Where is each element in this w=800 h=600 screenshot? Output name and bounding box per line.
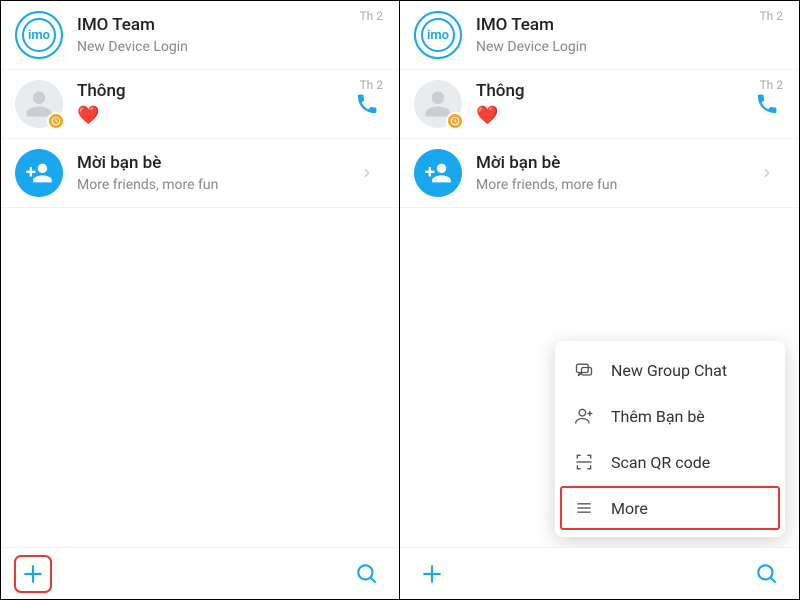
add-button[interactable] (17, 558, 49, 590)
chat-subtitle: New Device Login (476, 38, 785, 56)
search-button[interactable] (351, 558, 383, 590)
menu-label: Thêm Bạn bè (611, 407, 705, 426)
add-friend-icon (414, 149, 462, 197)
add-person-icon (573, 405, 595, 427)
pane-right: imo IMO Team New Device Login Th 2 Thông… (400, 1, 799, 599)
chat-title: Thông (77, 80, 349, 102)
chat-title: Thông (476, 80, 749, 102)
chat-subtitle: New Device Login (77, 38, 385, 56)
dual-screenshot-container: imo IMO Team New Device Login Th 2 Thông… (0, 0, 800, 600)
group-chat-icon (573, 359, 595, 381)
chat-title: Mời bạn bè (77, 152, 349, 174)
chat-row-thong[interactable]: Thông ❤️ Th 2 (1, 70, 399, 139)
chat-row-imo-team[interactable]: imo IMO Team New Device Login Th 2 (1, 1, 399, 70)
chat-title: IMO Team (77, 14, 385, 36)
menu-item-new-group-chat[interactable]: New Group Chat (555, 347, 785, 393)
menu-label: Scan QR code (611, 453, 710, 472)
chat-time: Th 2 (360, 9, 384, 23)
bottom-bar (400, 547, 799, 599)
add-friend-icon (15, 149, 63, 197)
chat-row-invite[interactable]: Mời bạn bè More friends, more fun (400, 139, 799, 208)
imo-logo-icon: imo (414, 11, 462, 59)
clock-badge-icon (446, 112, 464, 130)
chat-time: Th 2 (760, 9, 784, 23)
pane-left: imo IMO Team New Device Login Th 2 Thông… (1, 1, 400, 599)
imo-logo-icon: imo (15, 11, 63, 59)
qr-scan-icon (573, 451, 595, 473)
clock-badge-icon (47, 112, 65, 130)
chat-subtitle: More friends, more fun (476, 176, 749, 194)
menu-label: More (611, 499, 648, 518)
chat-subtitle: ❤️ (476, 104, 749, 127)
chevron-right-icon (749, 166, 785, 180)
add-button[interactable] (416, 558, 448, 590)
bottom-bar (1, 547, 399, 599)
chat-time: Th 2 (360, 78, 384, 92)
menu-item-scan-qr[interactable]: Scan QR code (555, 439, 785, 485)
chat-subtitle: ❤️ (77, 104, 349, 127)
call-icon[interactable] (749, 92, 785, 116)
search-button[interactable] (751, 558, 783, 590)
menu-icon (573, 497, 595, 519)
person-avatar-icon (15, 80, 63, 128)
add-popup-menu: New Group Chat Thêm Bạn bè Scan QR code … (555, 341, 785, 537)
menu-item-more[interactable]: More (559, 485, 781, 531)
chat-row-imo-team[interactable]: imo IMO Team New Device Login Th 2 (400, 1, 799, 70)
chat-title: Mời bạn bè (476, 152, 749, 174)
call-icon[interactable] (349, 92, 385, 116)
person-avatar-icon (414, 80, 462, 128)
chat-subtitle: More friends, more fun (77, 176, 349, 194)
menu-item-add-friends[interactable]: Thêm Bạn bè (555, 393, 785, 439)
chevron-right-icon (349, 166, 385, 180)
chat-time: Th 2 (760, 78, 784, 92)
menu-label: New Group Chat (611, 361, 727, 380)
chat-title: IMO Team (476, 14, 785, 36)
chat-row-thong[interactable]: Thông ❤️ Th 2 (400, 70, 799, 139)
chat-row-invite[interactable]: Mời bạn bè More friends, more fun (1, 139, 399, 208)
